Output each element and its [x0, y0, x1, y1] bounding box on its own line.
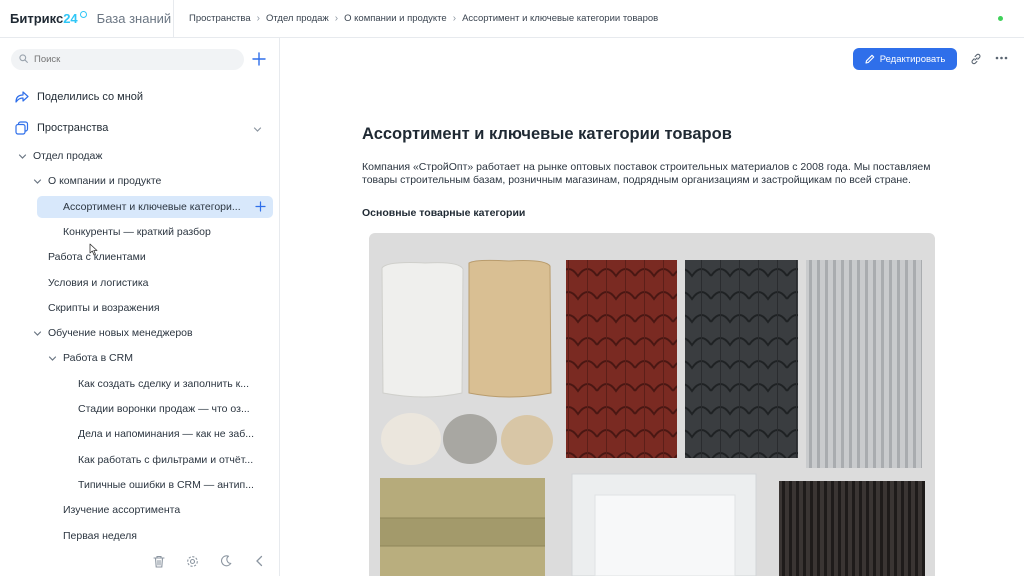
add-page-button[interactable] — [251, 51, 267, 67]
chevron-right-icon: › — [256, 13, 260, 24]
tree-item[interactable]: Первая неделя — [63, 525, 137, 547]
online-status-dot — [998, 16, 1003, 21]
brand-number: 24 — [63, 11, 78, 26]
main-content: Редактировать Ассортимент и ключевые кат… — [281, 38, 1024, 576]
tree-item-label: Как работать с фильтрами и отчёт... — [78, 454, 254, 466]
trash-icon[interactable] — [153, 555, 165, 568]
more-options-icon[interactable] — [995, 56, 1008, 60]
tree-item-label: О компании и продукте — [48, 175, 162, 187]
chevron-down-icon[interactable] — [33, 177, 43, 186]
section-heading: Основные товарные категории — [362, 207, 526, 219]
moon-icon[interactable] — [220, 555, 232, 567]
tree-item-active[interactable]: Ассортимент и ключевые категори... — [37, 196, 273, 218]
tree-item[interactable]: Изучение ассортимента — [63, 499, 180, 521]
breadcrumb-current: Ассортимент и ключевые категории товаров — [462, 13, 659, 24]
add-subpage-icon[interactable] — [255, 201, 266, 215]
link-icon[interactable] — [970, 53, 982, 65]
brand-name: Битрикс — [10, 11, 64, 26]
tree-item-label: Первая неделя — [63, 530, 137, 542]
chevron-down-icon[interactable] — [18, 152, 28, 161]
shared-label: Поделились со мной — [37, 90, 144, 103]
search-icon — [19, 54, 28, 63]
tree-item-label: Типичные ошибки в CRM — антип... — [78, 479, 254, 491]
search-input[interactable] — [34, 49, 234, 70]
mouse-cursor-icon — [89, 243, 98, 256]
tree-item-label: Отдел продаж — [33, 150, 103, 162]
spaces-icon — [15, 121, 29, 135]
spaces-item[interactable]: Пространства — [15, 121, 108, 135]
tree-item-label: Работа в CRM — [63, 352, 133, 364]
tree-item-label: Обучение новых менеджеров — [48, 327, 193, 339]
breadcrumb-item[interactable]: Пространства — [189, 13, 251, 24]
tree-item[interactable]: Обучение новых менеджеров — [33, 322, 193, 344]
sidebar-footer — [0, 546, 279, 576]
gear-icon[interactable] — [186, 555, 199, 568]
intro-paragraph: Компания «СтройОпт» работает на рынке оп… — [362, 161, 931, 186]
breadcrumb-item[interactable]: Отдел продаж — [266, 13, 329, 24]
tree-item[interactable]: Стадии воронки продаж — что оз... — [78, 398, 250, 420]
tree-item[interactable]: Отдел продаж — [18, 145, 102, 167]
edit-button[interactable]: Редактировать — [853, 48, 957, 70]
tree-item[interactable]: Как создать сделку и заполнить к... — [78, 373, 249, 395]
divider — [173, 0, 174, 38]
tree-item[interactable]: Как работать с фильтрами и отчёт... — [78, 449, 253, 471]
breadcrumb-item[interactable]: О компании и продукте — [344, 13, 447, 24]
clock-icon — [79, 11, 87, 18]
pencil-icon — [865, 54, 874, 64]
tree-item[interactable]: Условия и логистика — [48, 272, 149, 294]
tree-item-label: Условия и логистика — [48, 277, 149, 289]
chevron-left-icon[interactable] — [255, 555, 264, 567]
tree-item[interactable]: Дела и напоминания — как не заб... — [78, 423, 254, 445]
product-categories-image — [369, 233, 935, 576]
tree-item[interactable]: Скрипты и возражения — [48, 297, 160, 319]
top-bar: Битрикс 24 База знаний Пространства › Отд… — [0, 0, 1024, 38]
chevron-down-icon[interactable] — [253, 125, 262, 134]
sidebar: Поделились со мной Пространства Отдел пр… — [0, 38, 280, 576]
chevron-right-icon: › — [334, 13, 339, 24]
spaces-label: Пространства — [37, 122, 109, 134]
tree-item[interactable]: О компании и продукте — [33, 170, 161, 192]
tree-item[interactable]: Типичные ошибки в CRM — антип... — [78, 474, 254, 496]
chevron-right-icon: › — [452, 13, 457, 24]
tree-item-label: Ассортимент и ключевые категори... — [63, 201, 241, 213]
share-icon — [15, 91, 29, 103]
edit-button-label: Редактировать — [879, 53, 946, 65]
section-title: База знаний — [96, 11, 172, 26]
tree-item-label: Дела и напоминания — как не заб... — [78, 428, 254, 440]
chevron-down-icon[interactable] — [33, 329, 43, 338]
breadcrumb: Пространства › Отдел продаж › О компании… — [189, 13, 658, 24]
tree-item-label: Скрипты и возражения — [48, 302, 160, 314]
tree-item-label: Изучение ассортимента — [63, 504, 181, 516]
tree-item-label: Стадии воронки продаж — что оз... — [78, 403, 250, 415]
chevron-down-icon[interactable] — [48, 354, 58, 363]
tree-item-label: Конкуренты — краткий разбор — [63, 226, 211, 238]
shared-with-me-item[interactable]: Поделились со мной — [15, 90, 143, 103]
page-title: Ассортимент и ключевые категории товаров — [362, 125, 732, 143]
tree-item[interactable]: Работа в CRM — [48, 347, 133, 369]
tree-item[interactable]: Конкуренты — краткий разбор — [63, 221, 211, 243]
brand-logo[interactable]: Битрикс 24 База знаний — [10, 11, 171, 26]
search-box[interactable] — [11, 49, 244, 70]
tree-item-label: Как создать сделку и заполнить к... — [78, 378, 250, 390]
